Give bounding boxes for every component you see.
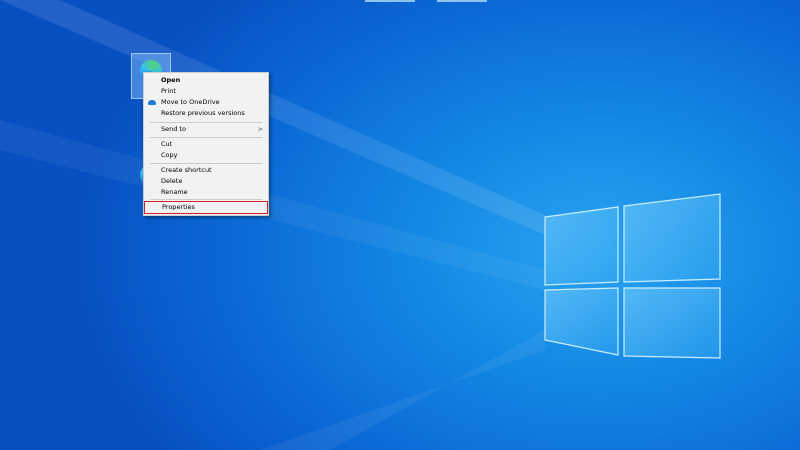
menu-item-label: Restore previous versions: [161, 109, 245, 117]
menu-item-label: Print: [161, 87, 176, 95]
menu-item-properties[interactable]: Properties: [144, 201, 268, 214]
menu-separator: [150, 137, 262, 138]
onedrive-cloud-icon: [148, 100, 156, 105]
menu-item-label: Properties: [162, 203, 195, 211]
menu-item-label: Open: [161, 76, 181, 84]
menu-item-rename[interactable]: Rename: [144, 187, 268, 198]
menu-separator: [150, 163, 262, 164]
top-edge-mark: [437, 0, 487, 2]
menu-item-label: Move to OneDrive: [161, 98, 220, 106]
menu-item-delete[interactable]: Delete: [144, 176, 268, 187]
menu-item-label: Rename: [161, 188, 188, 196]
chevron-right-icon: >: [257, 125, 263, 133]
menu-item-print[interactable]: Print: [144, 86, 268, 97]
menu-item-label: Send to: [161, 125, 186, 133]
menu-item-create-shortcut[interactable]: Create shortcut: [144, 165, 268, 176]
context-menu: Open Print Move to OneDrive Restore prev…: [143, 72, 269, 216]
menu-item-label: Delete: [161, 177, 183, 185]
menu-item-cut[interactable]: Cut: [144, 139, 268, 150]
menu-item-copy[interactable]: Copy: [144, 150, 268, 161]
menu-separator: [150, 199, 262, 200]
menu-item-send-to[interactable]: Send to >: [144, 124, 268, 135]
top-edge-mark: [365, 0, 415, 2]
menu-separator: [150, 122, 262, 123]
windows-logo: [544, 193, 721, 359]
menu-item-move-to-onedrive[interactable]: Move to OneDrive: [144, 97, 268, 108]
menu-item-label: Copy: [161, 151, 178, 159]
menu-item-label: Cut: [161, 140, 173, 148]
menu-item-open[interactable]: Open: [144, 75, 268, 86]
menu-item-restore-previous-versions[interactable]: Restore previous versions: [144, 108, 268, 119]
menu-item-label: Create shortcut: [161, 166, 212, 174]
